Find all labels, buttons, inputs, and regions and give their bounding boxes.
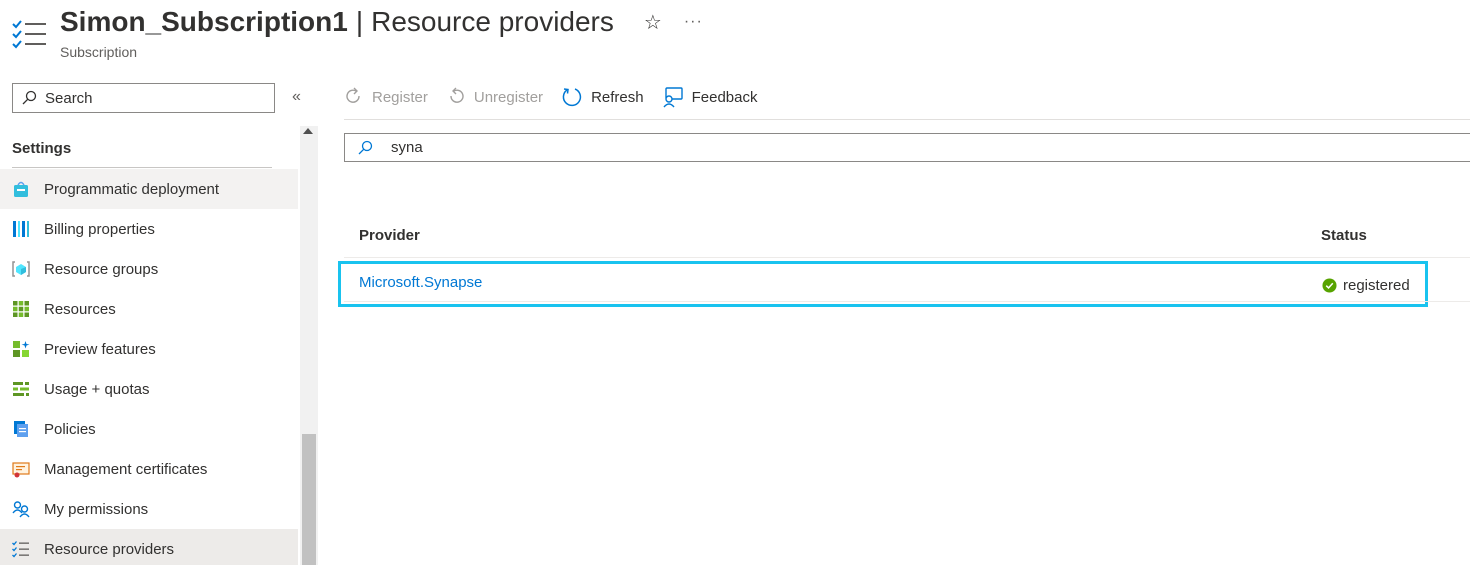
sidebar-item-label: Preview features [44, 340, 156, 358]
column-header-provider[interactable]: Provider [359, 227, 420, 244]
column-header-status[interactable]: Status [1321, 227, 1367, 244]
unregister-label: Unregister [473, 88, 544, 106]
sidebar-item-billing-properties[interactable]: Billing properties [0, 209, 298, 249]
sidebar-item-label: My permissions [44, 500, 149, 518]
sidebar-item-resources[interactable]: Resources [0, 289, 298, 329]
table-header-divider [344, 257, 1470, 258]
command-bar: Register Unregister Refresh Feedback [344, 80, 775, 114]
resource-providers-checklist-icon [12, 18, 48, 50]
sidebar-item-resource-providers[interactable]: Resource providers [0, 529, 298, 565]
resource-group-cube-icon [11, 259, 31, 279]
star-icon[interactable]: ☆ [644, 10, 662, 35]
status-cell: registered [1322, 277, 1410, 294]
sidebar-item-usage-quotas[interactable]: Usage + quotas [0, 369, 298, 409]
sidebar-item-resource-groups[interactable]: Resource groups [0, 249, 298, 289]
shopping-bag-icon [11, 179, 31, 199]
sidebar-item-label: Programmatic deployment [44, 180, 220, 198]
register-label: Register [372, 88, 428, 106]
main-content: Register Unregister Refresh Feedback syn… [318, 70, 1470, 565]
section-heading-settings: Settings [12, 140, 72, 157]
unregister-icon [450, 87, 464, 103]
search-icon [358, 140, 373, 154]
sidebar-item-my-permissions[interactable]: My permissions [0, 489, 298, 529]
certificate-icon [11, 459, 31, 479]
sidebar-item-label: Resource providers [44, 540, 175, 558]
feedback-icon [663, 87, 683, 108]
provider-filter-input[interactable] [391, 139, 1291, 156]
sidebar-item-label: Resource groups [44, 260, 159, 278]
toolbar-divider [344, 119, 1470, 120]
sidebar-search-input[interactable] [45, 89, 265, 107]
register-button[interactable]: Register [344, 87, 428, 107]
section-divider [12, 167, 272, 168]
collapse-sidebar-icon[interactable]: « [292, 88, 301, 106]
sidebar-item-label: Usage + quotas [44, 380, 150, 398]
subscription-name: Simon_Subscription1 [60, 6, 348, 37]
check-circle-icon [1322, 278, 1337, 293]
sidebar-scrollbar[interactable] [300, 126, 318, 565]
search-icon [22, 90, 37, 105]
refresh-label: Refresh [591, 88, 644, 106]
sidebar-item-programmatic-deployment[interactable]: Programmatic deployment [0, 169, 298, 209]
sidebar-item-preview-features[interactable]: Preview features [0, 329, 298, 369]
provider-link[interactable]: Microsoft.Synapse [359, 274, 482, 291]
resource-providers-checklist-icon [11, 539, 31, 559]
scroll-up-arrow-icon[interactable] [303, 128, 313, 134]
billing-bars-icon [11, 219, 31, 239]
provider-filter-box[interactable] [344, 133, 1470, 162]
unregister-button[interactable]: Unregister [446, 87, 543, 107]
ellipsis-icon[interactable]: ··· [684, 13, 703, 31]
sidebar-item-label: Resources [44, 300, 116, 318]
page-title: Resource providers [371, 6, 614, 37]
sidebar-item-label: Policies [44, 420, 96, 438]
sidebar-item-label: Billing properties [44, 220, 155, 238]
title-separator: | [355, 6, 364, 37]
refresh-button[interactable]: Refresh [561, 86, 644, 108]
page-header: Simon_Subscription1 | Resource providers… [0, 0, 1470, 70]
scrollbar-thumb[interactable] [302, 434, 316, 565]
resources-grid-icon [11, 299, 31, 319]
preview-features-icon [11, 339, 31, 359]
sidebar-item-policies[interactable]: Policies [0, 409, 298, 449]
feedback-label: Feedback [691, 88, 758, 106]
policies-icon [11, 419, 31, 439]
sidebar: « Settings Programmatic deployment [0, 70, 318, 565]
sidebar-nav: Settings Programmatic deployment Billing… [0, 126, 318, 565]
register-icon [346, 87, 360, 103]
refresh-icon [562, 88, 582, 107]
page-title-row: Simon_Subscription1 | Resource providers… [60, 6, 703, 38]
permissions-people-icon [11, 499, 31, 519]
status-text: registered [1343, 277, 1410, 294]
sidebar-search-box[interactable] [12, 83, 275, 113]
sidebar-item-label: Management certificates [44, 460, 208, 478]
page-subtitle: Subscription [60, 44, 138, 60]
table-row-divider [344, 301, 1470, 302]
usage-quotas-icon [11, 379, 31, 399]
sidebar-item-management-certificates[interactable]: Management certificates [0, 449, 298, 489]
feedback-button[interactable]: Feedback [662, 86, 758, 108]
